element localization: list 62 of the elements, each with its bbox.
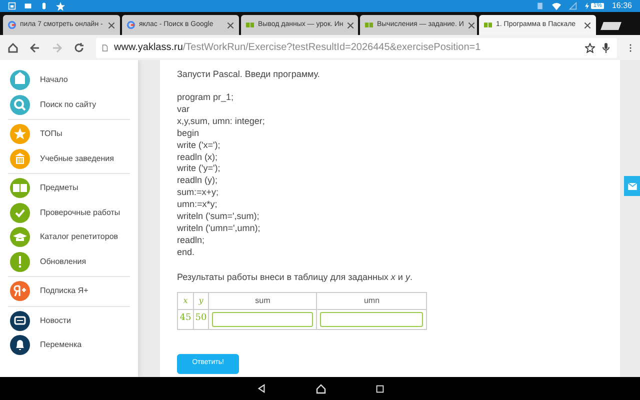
code-line: write ('y='); bbox=[177, 163, 222, 176]
close-icon[interactable] bbox=[584, 22, 591, 28]
clock: 16:36 bbox=[612, 0, 632, 12]
page-icon bbox=[102, 44, 108, 52]
google-icon bbox=[8, 21, 16, 29]
sidebar-item[interactable]: Каталог репетиторов bbox=[10, 225, 130, 250]
sidebar-item[interactable]: Новости bbox=[10, 308, 130, 333]
url-text: www.yaklass.ru/TestWorkRun/Exercise?testResultId=2026445&exercisePosition=1 bbox=[114, 41, 482, 55]
column-header: sum bbox=[208, 292, 317, 310]
charging-icon bbox=[585, 2, 590, 10]
code-line: readln (y); bbox=[177, 175, 219, 188]
sidebar-item[interactable]: Предметы bbox=[10, 176, 130, 200]
home-icon[interactable] bbox=[8, 42, 18, 52]
column-header: x bbox=[178, 292, 194, 310]
task-text: Результаты работы внеси в таблицу для заданных x и y. bbox=[177, 270, 414, 283]
answer-field[interactable] bbox=[320, 312, 423, 327]
code-line: sum:=x+y; bbox=[177, 187, 220, 200]
close-icon[interactable] bbox=[347, 22, 354, 28]
code-line: x,y,sum, umn: integer; bbox=[177, 116, 266, 128]
book-icon bbox=[484, 21, 492, 29]
envelope-icon bbox=[628, 182, 636, 190]
column-header: umn bbox=[316, 292, 426, 310]
new-tab-button[interactable] bbox=[600, 22, 622, 30]
table-cell: 50 bbox=[193, 309, 208, 330]
code-line: var bbox=[177, 104, 191, 116]
sidebar-item[interactable]: Проверочные работы bbox=[10, 200, 130, 225]
star-icon bbox=[56, 2, 65, 10]
table-cell: 45 bbox=[178, 309, 194, 330]
code-line: readln; bbox=[177, 234, 206, 247]
reload-icon[interactable] bbox=[74, 42, 84, 52]
book-icon bbox=[246, 21, 254, 29]
column-header: y bbox=[193, 292, 208, 310]
microphone-icon[interactable] bbox=[601, 42, 611, 52]
menu-icon[interactable] bbox=[629, 42, 632, 52]
sidebar-item[interactable]: Начало bbox=[10, 68, 130, 92]
code-line: end. bbox=[177, 246, 196, 259]
close-icon[interactable] bbox=[108, 22, 115, 28]
sidebar-item[interactable]: ТОПы bbox=[10, 122, 130, 146]
instruction-text: Запусти Pascal. Введи программу. bbox=[177, 68, 321, 80]
code-line: readln (x); bbox=[177, 152, 219, 164]
recent-apps-icon[interactable] bbox=[376, 384, 384, 392]
back-icon[interactable] bbox=[30, 42, 40, 52]
sidebar-item[interactable]: Переменка bbox=[10, 333, 130, 358]
sidebar-item[interactable]: Поиск по сайту bbox=[10, 92, 130, 117]
sidebar-item[interactable]: Учебные заведения bbox=[10, 146, 130, 171]
code-line: program pr_1; bbox=[177, 92, 235, 104]
code-line: write ('x='); bbox=[177, 140, 222, 152]
code-line: umn:=x*y; bbox=[177, 199, 218, 212]
signal-icon bbox=[569, 2, 578, 10]
close-icon[interactable] bbox=[227, 22, 234, 28]
book-icon bbox=[365, 21, 373, 29]
sidebar-item[interactable]: Обновления bbox=[10, 250, 130, 274]
wifi-icon bbox=[552, 2, 562, 10]
address-field[interactable]: www.yaklass.ru/TestWorkRun/Exercise?testResultId=2026445&exercisePosition=1 bbox=[96, 38, 617, 58]
code-line: begin bbox=[177, 128, 200, 140]
star-icon[interactable] bbox=[585, 42, 595, 52]
code-line: writeln ('umn=',umn); bbox=[177, 222, 262, 235]
sidebar-item[interactable]: Подписка Я+ bbox=[10, 279, 130, 304]
google-icon bbox=[127, 21, 135, 29]
close-icon[interactable] bbox=[468, 22, 475, 28]
answer-field[interactable] bbox=[212, 312, 314, 327]
code-line: writeln ('sum=',sum); bbox=[177, 211, 260, 223]
